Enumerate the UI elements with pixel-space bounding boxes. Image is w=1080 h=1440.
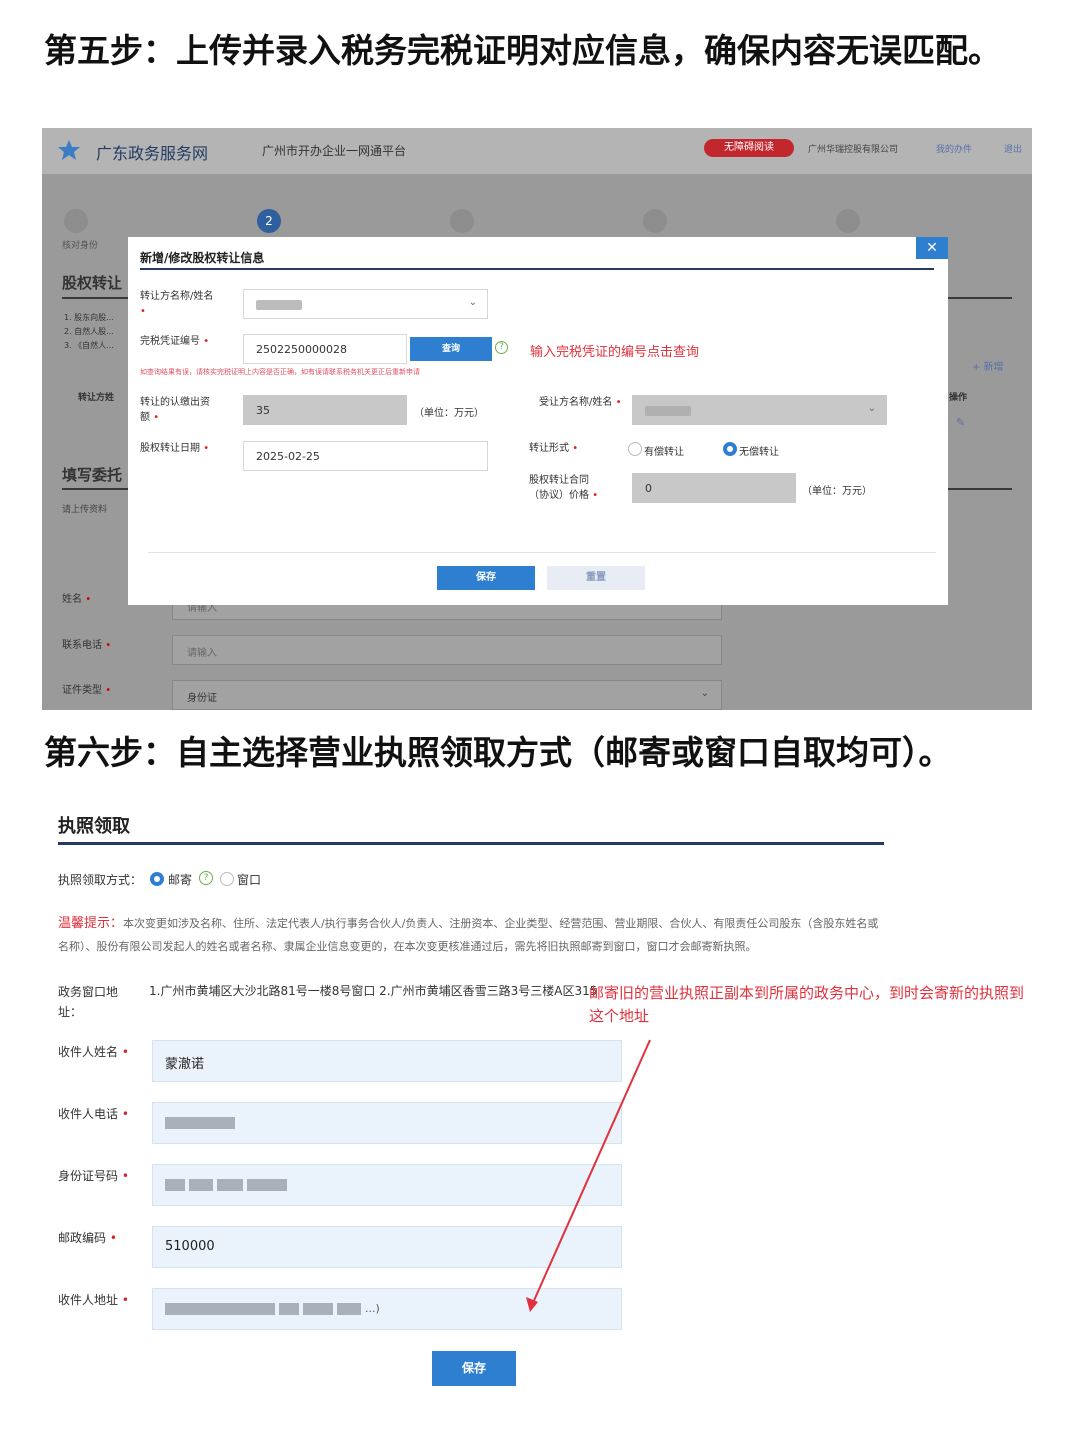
list-item: 3. 《自然人...	[64, 341, 114, 350]
add-transfer-button[interactable]: + 新增	[972, 358, 1004, 373]
portal-logo-icon	[58, 140, 80, 160]
radio-paid-transfer-label[interactable]: 有偿转让	[644, 443, 684, 458]
radio-free-transfer[interactable]	[723, 442, 737, 456]
modal-divider	[148, 552, 936, 553]
accessibility-button[interactable]: 无障碍阅读	[704, 139, 794, 157]
portal-platform-name: 广州市开办企业一网通平台	[262, 144, 407, 158]
transfer-date-label: 股权转让日期 •	[140, 443, 210, 454]
chevron-down-icon: ⌄	[867, 403, 876, 414]
progress-step-4	[643, 209, 667, 233]
chevron-down-icon: ⌄	[700, 688, 709, 699]
transfer-form-label: 转让形式 •	[529, 443, 579, 454]
capital-label: 转让的认缴出资额 •	[140, 397, 210, 423]
step5-heading: 第五步：上传并录入税务完税证明对应信息，确保内容无误匹配。	[44, 31, 1001, 70]
equity-transfer-modal: 新增/修改股权转让信息 ✕ 转让方名称/姓名 • ⌄ 完税凭证编号 • 2502…	[128, 237, 948, 605]
fill-section-title: 填写委托	[62, 466, 123, 484]
id-type-select[interactable]: 身份证 ⌄	[172, 680, 722, 710]
upload-hint: 请上传资料	[62, 505, 108, 515]
list-item: 1. 股东向股...	[64, 313, 114, 322]
transfer-date-input[interactable]: 2025-02-25	[243, 441, 488, 471]
query-warning: 如查询结果有误，请核实完税证明上内容是否正确，如有误请联系税务机关更正后重新申请	[140, 368, 420, 376]
cert-number-input[interactable]: 2502250000028	[243, 334, 407, 364]
contract-price-input[interactable]: 0	[632, 473, 796, 503]
cert-number-label: 完税凭证编号 •	[140, 336, 210, 347]
my-tasks-link[interactable]: 我的办件	[936, 142, 972, 155]
progress-step-2: 2	[257, 209, 281, 233]
progress-step-5	[836, 209, 860, 233]
portal-site-name[interactable]: 广东政务服务网	[96, 140, 208, 164]
list-item: 2. 自然人股...	[64, 327, 114, 336]
help-icon[interactable]: ?	[495, 341, 508, 354]
chevron-down-icon: ⌄	[468, 297, 477, 308]
edit-icon[interactable]: ✎	[956, 416, 965, 429]
transferee-label: 受让方名称/姓名 •	[539, 397, 622, 408]
step6-heading: 第六步：自主选择营业执照领取方式（邮寄或窗口自取均可）。	[44, 733, 952, 772]
capital-input[interactable]: 35	[243, 395, 407, 425]
capital-unit: （单位：万元）	[414, 408, 484, 419]
progress-step-1-label: 核对身份	[62, 241, 99, 251]
company-name: 广州华瑞控股有限公司	[808, 145, 899, 155]
instructions-list: 1. 股东向股... 2. 自然人股... 3. 《自然人...	[64, 311, 114, 353]
modal-title: 新增/修改股权转让信息	[140, 251, 265, 265]
blurred-name	[645, 406, 691, 416]
tax-certificate-screenshot: 广东政务服务网 广州市开办企业一网通平台 无障碍阅读 广州华瑞控股有限公司 我的…	[42, 128, 1032, 710]
price-unit: （单位：万元）	[802, 486, 872, 497]
license-pickup-screenshot: 执照领取 执照领取方式： 邮寄 ? 窗口 温馨提示：本次变更如涉及名称、住所、法…	[42, 800, 1032, 1400]
name-label: 姓名 •	[62, 594, 92, 605]
transferor-select[interactable]: ⌄	[243, 289, 488, 319]
annotation-query-hint: 输入完税凭证的编号点击查询	[530, 345, 700, 360]
modal-title-underline	[140, 268, 934, 270]
close-icon[interactable]: ✕	[916, 237, 948, 259]
reset-button[interactable]: 重置	[547, 566, 645, 590]
table-header-transferor: 转让方姓	[78, 393, 115, 403]
transferee-select[interactable]: ⌄	[632, 395, 887, 425]
equity-section-title: 股权转让	[62, 274, 123, 292]
annotation-arrow-icon	[526, 1039, 651, 1312]
blurred-name	[256, 300, 302, 310]
table-header-operation: 操作	[949, 393, 968, 403]
save-button[interactable]: 保存	[437, 566, 535, 590]
logout-link[interactable]: 退出	[1004, 142, 1022, 155]
radio-free-transfer-label[interactable]: 无偿转让	[739, 443, 779, 458]
phone-label: 联系电话 •	[62, 640, 112, 651]
id-type-label: 证件类型 •	[62, 685, 112, 696]
progress-step-1	[64, 209, 88, 233]
progress-step-3	[450, 209, 474, 233]
radio-paid-transfer[interactable]	[628, 442, 642, 456]
contract-price-label: 股权转让合同（协议）价格 •	[529, 475, 599, 501]
portal-header: 广东政务服务网 广州市开办企业一网通平台 无障碍阅读 广州华瑞控股有限公司 我的…	[42, 128, 1032, 174]
phone-input[interactable]: 请输入	[172, 635, 722, 665]
transferor-label: 转让方名称/姓名 •	[140, 291, 214, 317]
query-button[interactable]: 查询	[410, 337, 492, 361]
